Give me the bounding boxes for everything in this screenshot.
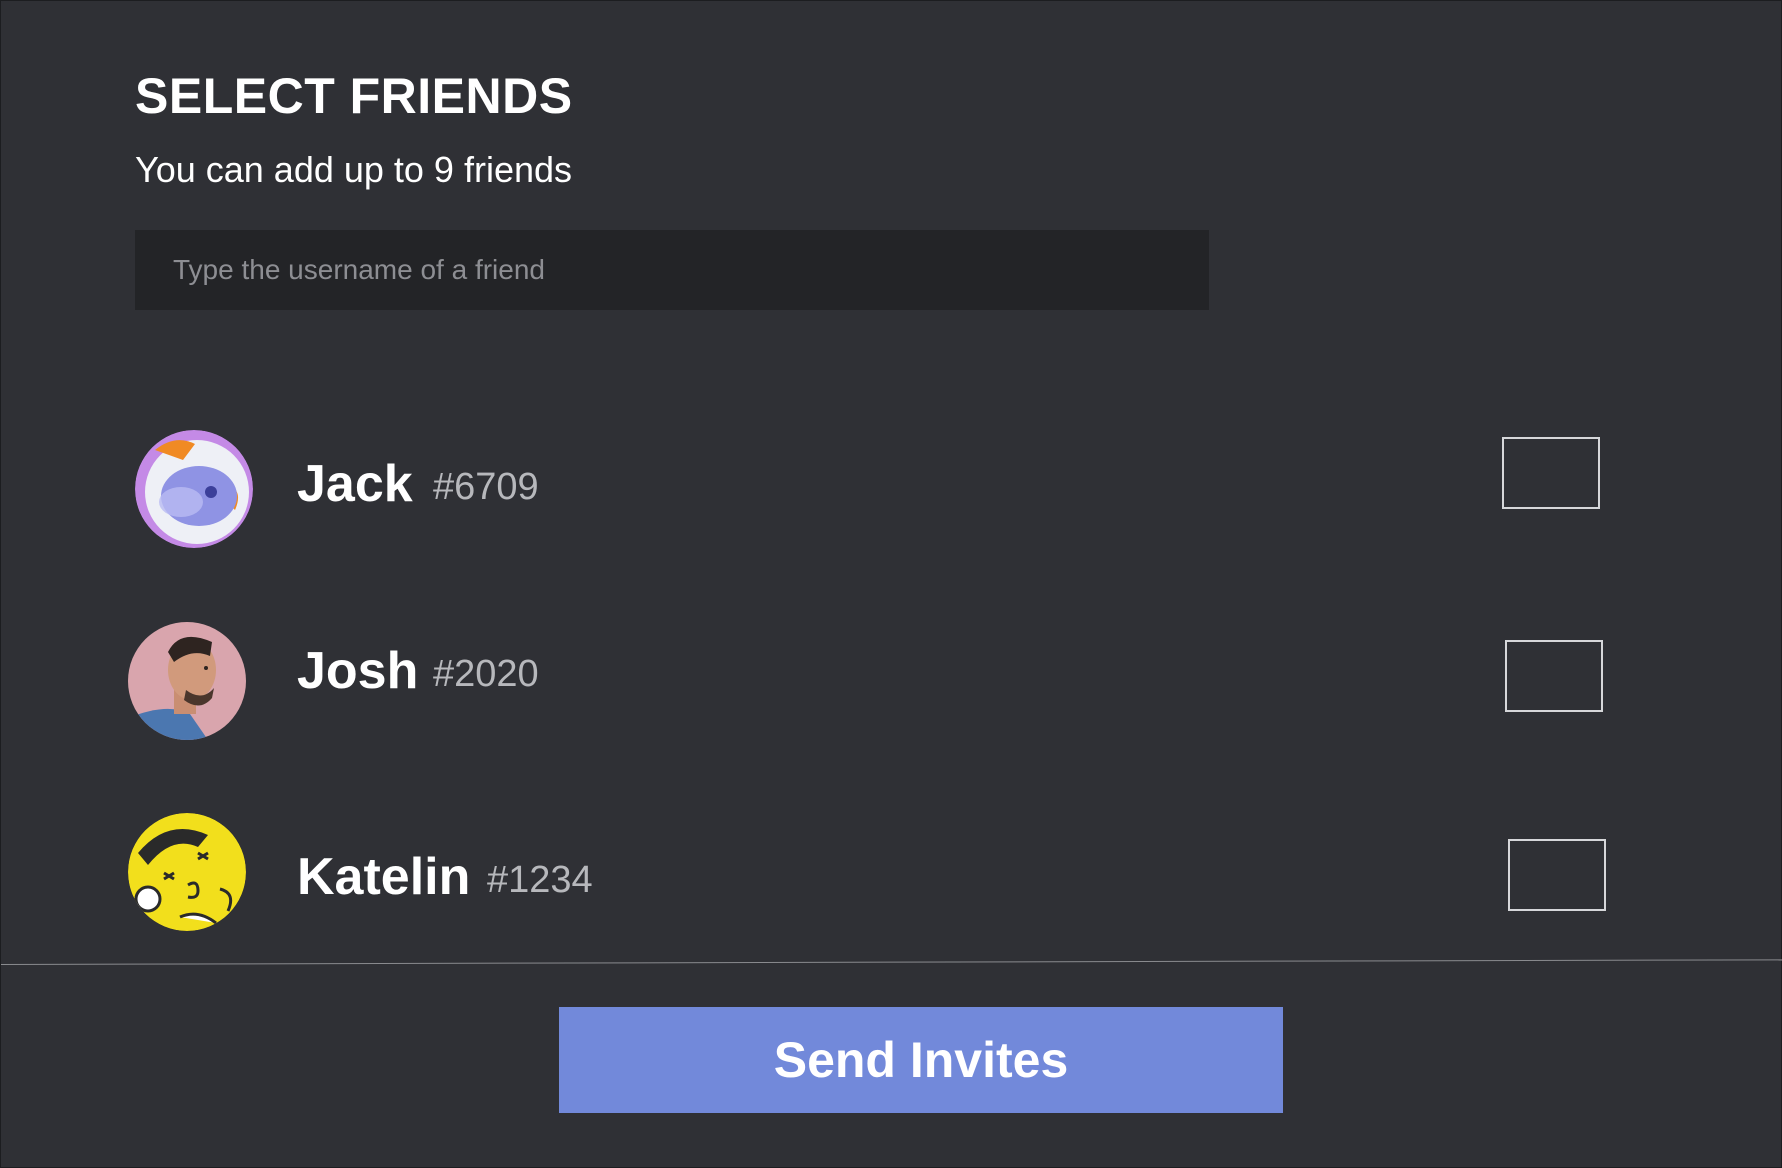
cartoon-character-avatar bbox=[128, 813, 246, 931]
friend-tag: #6709 bbox=[433, 466, 539, 508]
subtitle: You can add up to 9 friends bbox=[135, 149, 573, 190]
robot-helmet-avatar bbox=[135, 430, 253, 548]
friend-name: Jack bbox=[297, 455, 413, 513]
select-friend-checkbox[interactable] bbox=[1508, 839, 1606, 911]
send-invites-button[interactable]: Send Invites bbox=[559, 1007, 1283, 1113]
friend-name: Katelin bbox=[297, 848, 471, 906]
footer-divider bbox=[0, 959, 1782, 965]
friend-row-josh: Josh #2020 bbox=[1, 616, 1782, 746]
select-friend-checkbox[interactable] bbox=[1505, 640, 1603, 712]
select-friend-checkbox[interactable] bbox=[1502, 437, 1600, 509]
friend-name: Josh bbox=[297, 642, 419, 700]
page-title: SELECT FRIENDS bbox=[135, 68, 573, 124]
man-portrait-avatar bbox=[128, 622, 246, 740]
friend-tag: #2020 bbox=[433, 653, 539, 695]
friend-tag: #1234 bbox=[487, 859, 593, 901]
invite-dialog: SELECT FRIENDS You can add up to 9 frien… bbox=[0, 0, 1782, 1168]
friend-row-katelin: Katelin #1234 bbox=[1, 812, 1782, 942]
friend-search-input[interactable] bbox=[135, 230, 1209, 310]
friend-row-jack: Jack #6709 bbox=[1, 425, 1782, 555]
